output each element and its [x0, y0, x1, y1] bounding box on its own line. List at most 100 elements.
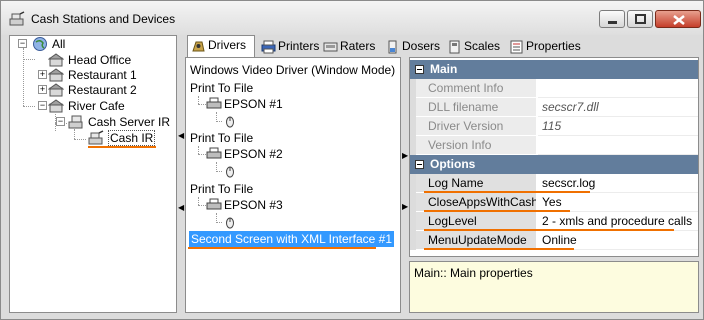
property-value: 115 — [538, 117, 698, 136]
maximize-button[interactable] — [627, 10, 653, 28]
list-item-printer[interactable]: EPSON #1 — [224, 96, 283, 112]
mouse-icon — [226, 116, 234, 128]
collapse-right-icon[interactable]: ▶ — [402, 202, 408, 211]
main-window: Cash Stations and Devices − All Head Off… — [0, 0, 704, 320]
printer-icon — [261, 40, 276, 54]
list-item-print-to-file[interactable]: Print To File — [190, 181, 253, 197]
tree-item-head-office[interactable]: Head Office — [16, 52, 156, 68]
tree-item-cash-ir[interactable]: Cash IR — [16, 130, 171, 146]
properties-icon — [510, 40, 523, 54]
cash-register-icon — [88, 130, 104, 145]
device-tabs: Drivers Printers Raters Dosers Scales Pr… — [185, 35, 701, 58]
property-value: secscr7.dll — [538, 98, 698, 117]
section-title-options: Options — [430, 157, 476, 171]
tree-item-restaurant-1[interactable]: + Restaurant 1 — [16, 67, 156, 83]
close-icon — [673, 15, 685, 25]
collapse-icon[interactable] — [415, 160, 424, 169]
collapse-icon[interactable] — [415, 65, 424, 74]
highlight-underline — [424, 210, 570, 212]
property-name: DLL filename — [416, 98, 536, 117]
list-item-second-screen[interactable]: Second Screen with XML Interface #1 — [189, 231, 394, 247]
printer-icon — [206, 97, 222, 109]
server-icon — [68, 115, 83, 129]
collapse-left-icon[interactable]: ◀ — [178, 131, 184, 140]
tree-item-river-cafe[interactable]: − River Cafe — [16, 98, 156, 114]
close-button[interactable] — [655, 10, 701, 28]
tree-label-restaurant-2: Restaurant 2 — [68, 83, 137, 97]
tab-label-scales: Scales — [464, 39, 501, 53]
tab-label-drivers: Drivers — [208, 38, 246, 52]
window-title: Cash Stations and Devices — [31, 12, 176, 26]
collapse-icon[interactable]: − — [56, 117, 65, 126]
property-value — [538, 79, 698, 98]
tab-label-dosers: Dosers — [402, 39, 441, 53]
station-tree[interactable]: − All Head Office + Restaurant 1 + Resta… — [9, 35, 177, 313]
property-row[interactable]: Driver Version 115 — [410, 117, 698, 136]
description-text: Main:: Main properties — [414, 266, 533, 280]
mouse-icon — [226, 217, 234, 229]
tab-properties[interactable]: Properties — [505, 36, 581, 57]
restaurant-icon — [48, 53, 64, 67]
tab-label-raters: Raters — [340, 39, 376, 53]
scales-icon — [449, 40, 460, 54]
highlight-underline — [188, 247, 376, 249]
minimize-button[interactable] — [599, 10, 625, 28]
left-splitter[interactable]: ◀ ◀ — [177, 35, 185, 313]
list-item-printer[interactable]: EPSON #2 — [224, 146, 283, 162]
property-name: Version Info — [416, 136, 536, 155]
tree-item-cash-server[interactable]: − Cash Server IR — [16, 114, 171, 130]
tab-label-properties: Properties — [526, 39, 581, 53]
highlight-underline — [424, 248, 574, 250]
expand-icon[interactable]: + — [38, 85, 47, 94]
collapse-right-icon[interactable]: ▶ — [402, 151, 408, 160]
minimize-icon — [608, 21, 617, 24]
tab-drivers[interactable]: Drivers — [187, 35, 255, 58]
expand-icon[interactable]: + — [38, 70, 47, 79]
property-row[interactable]: Comment Info — [410, 79, 698, 98]
highlight-underline — [88, 146, 156, 148]
collapse-icon[interactable]: − — [38, 101, 47, 110]
properties-grid: Main Comment Info DLL filename secscr7.d… — [409, 57, 699, 257]
collapse-left-icon[interactable]: ◀ — [178, 203, 184, 212]
cash-register-icon — [9, 11, 25, 26]
tab-scales[interactable]: Scales — [443, 36, 503, 57]
tab-dosers[interactable]: Dosers — [381, 36, 441, 57]
rater-icon — [323, 42, 338, 52]
section-title-main: Main — [430, 62, 458, 76]
tree-item-restaurant-2[interactable]: + Restaurant 2 — [16, 82, 156, 98]
section-header-main[interactable]: Main — [410, 60, 698, 79]
tree-label-river-cafe: River Cafe — [68, 99, 125, 113]
property-value — [538, 136, 698, 155]
list-item-printer[interactable]: EPSON #3 — [224, 197, 283, 213]
tree-label-restaurant-1: Restaurant 1 — [68, 68, 137, 82]
tree-label-cash-ir: Cash IR — [108, 130, 156, 146]
property-row[interactable]: DLL filename secscr7.dll — [410, 98, 698, 117]
printer-icon — [206, 147, 222, 159]
tab-raters[interactable]: Raters — [319, 36, 379, 57]
tree-label-head-office: Head Office — [68, 53, 132, 67]
list-item-print-to-file[interactable]: Print To File — [190, 80, 253, 96]
tree-item-all[interactable]: − All — [16, 36, 96, 52]
mouse-icon — [226, 166, 234, 178]
restaurant-icon — [48, 99, 64, 113]
collapse-icon[interactable]: − — [18, 39, 27, 48]
tab-label-printers: Printers — [278, 39, 320, 53]
tree-label-cash-server: Cash Server IR — [88, 115, 171, 129]
list-item-print-to-file[interactable]: Print To File — [190, 130, 253, 146]
highlight-underline — [424, 191, 590, 193]
section-header-options[interactable]: Options — [410, 155, 698, 174]
tab-printers[interactable]: Printers — [257, 36, 319, 57]
restaurant-icon — [48, 68, 64, 82]
doser-icon — [388, 40, 397, 54]
property-name: Comment Info — [416, 79, 536, 98]
highlight-underline — [424, 229, 674, 231]
restaurant-icon — [48, 83, 64, 97]
tree-label-all: All — [52, 37, 66, 51]
property-row[interactable]: Version Info — [410, 136, 698, 155]
drivers-icon — [192, 41, 205, 52]
globe-icon — [33, 37, 47, 51]
list-item-video-driver[interactable]: Windows Video Driver (Window Mode) — [190, 62, 395, 78]
title-bar: Cash Stations and Devices — [1, 1, 703, 35]
right-splitter[interactable]: ▶ ▶ — [401, 57, 409, 313]
drivers-list[interactable]: Windows Video Driver (Window Mode) Print… — [185, 57, 401, 313]
